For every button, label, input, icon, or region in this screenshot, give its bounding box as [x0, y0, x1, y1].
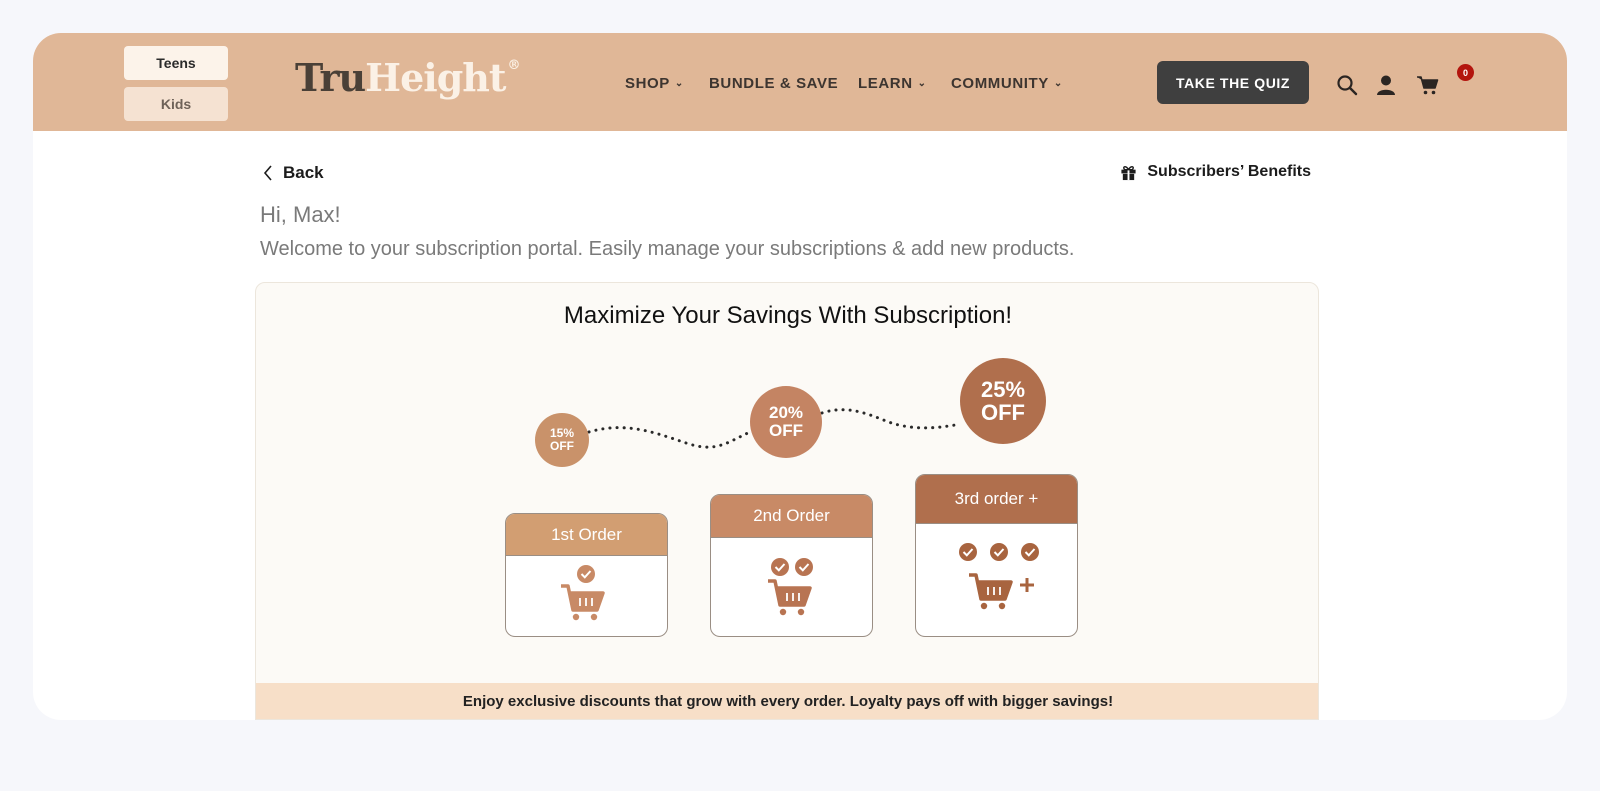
savings-panel: Maximize Your Savings With Subscription!…: [255, 282, 1319, 720]
search-icon[interactable]: [1335, 73, 1359, 97]
account-icon[interactable]: [1374, 73, 1398, 97]
order-tier-card-1: 1st Order: [505, 513, 668, 637]
chevron-left-icon: [263, 165, 272, 181]
discount-off: OFF: [981, 400, 1025, 425]
logo-registered-mark: ®: [507, 58, 520, 74]
teens-button[interactable]: Teens: [124, 46, 228, 80]
discount-percent: 20%: [768, 403, 804, 423]
kids-button[interactable]: Kids: [124, 87, 228, 121]
discount-off: OFF: [550, 439, 574, 453]
page-frame: Teens Kids TruHeight ® SHOP ⌄ BUNDLE & SA…: [0, 0, 1600, 791]
discount-percent: 25%: [980, 376, 1026, 402]
discount-bubble-25: 25% OFF: [960, 358, 1046, 444]
savings-footer-banner: Enjoy exclusive discounts that grow with…: [256, 683, 1318, 719]
chevron-down-icon: ⌄: [674, 78, 684, 89]
order-tier-label: 1st Order: [506, 514, 667, 556]
order-tier-illustration: [506, 556, 667, 636]
chevron-down-icon: ⌄: [1053, 78, 1063, 89]
greeting: Hi, Max!: [260, 202, 341, 227]
nav-bundle-save[interactable]: BUNDLE & SAVE: [709, 75, 838, 92]
cart-check-icon: [561, 565, 605, 621]
back-link[interactable]: Back: [263, 163, 324, 183]
cart-icon[interactable]: [1416, 73, 1440, 97]
nav-community[interactable]: COMMUNITY ⌄: [951, 75, 1063, 92]
chevron-down-icon: ⌄: [917, 78, 927, 89]
nav-shop-label: SHOP: [625, 75, 670, 92]
discount-bubble-15: 15% OFF: [535, 413, 589, 467]
discount-bubble-20: 20% OFF: [750, 386, 822, 458]
nav-community-label: COMMUNITY: [951, 75, 1049, 92]
gift-icon: [1121, 165, 1136, 180]
logo-part-height: Height: [365, 55, 506, 100]
discount-off: OFF: [769, 421, 803, 440]
browser-window: Teens Kids TruHeight ® SHOP ⌄ BUNDLE & SA…: [33, 33, 1567, 720]
order-tier-card-2: 2nd Order: [710, 494, 873, 637]
nav-bundle-label: BUNDLE & SAVE: [709, 75, 839, 92]
welcome-message: Welcome to your subscription portal. Eas…: [260, 238, 1075, 260]
subscribers-benefits-link[interactable]: Subscribers’ Benefits: [1120, 163, 1311, 181]
savings-footer-text: Enjoy exclusive discounts that grow with…: [462, 692, 1114, 710]
nav-shop[interactable]: SHOP ⌄: [625, 75, 684, 92]
nav-learn[interactable]: LEARN ⌄: [858, 75, 927, 92]
site-header: Teens Kids TruHeight ® SHOP ⌄ BUNDLE & SA…: [33, 33, 1567, 131]
back-label: Back: [283, 163, 324, 182]
order-tier-label: 3rd order +: [916, 475, 1077, 524]
take-quiz-button[interactable]: TAKE THE QUIZ: [1157, 61, 1309, 104]
cart-check-plus-icon: [959, 543, 1039, 610]
order-tier-illustration: [711, 538, 872, 636]
order-tier-label: 2nd Order: [711, 495, 872, 538]
logo-part-tru: Tru: [295, 55, 366, 100]
nav-learn-label: LEARN: [858, 75, 913, 92]
cart-count-badge: 0: [1457, 64, 1474, 81]
order-tier-card-3: 3rd order +: [915, 474, 1078, 637]
order-tier-illustration: [916, 524, 1077, 636]
cart-check-icon: [768, 558, 813, 616]
truheight-logo[interactable]: TruHeight ®: [295, 55, 520, 100]
benefits-label: Subscribers’ Benefits: [1147, 163, 1311, 180]
